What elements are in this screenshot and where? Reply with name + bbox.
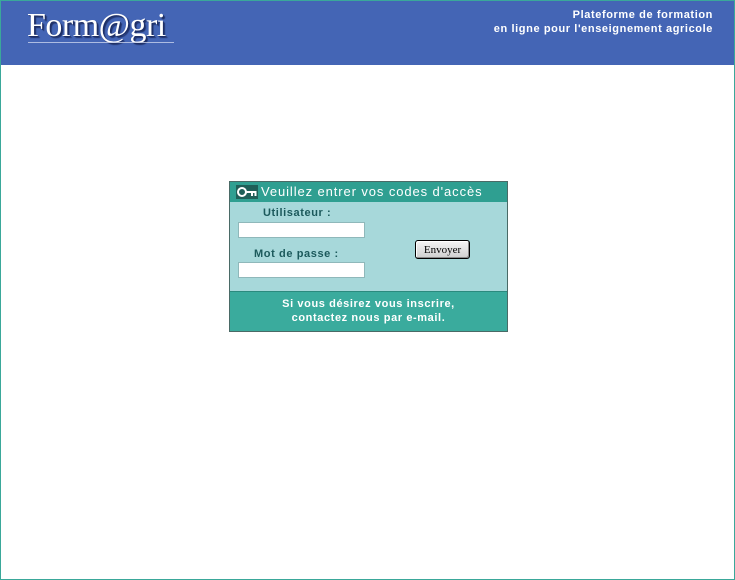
key-icon [236, 185, 258, 199]
submit-button[interactable]: Envoyer [415, 240, 470, 259]
login-form: Veuillez entrer vos codes d'accès Utilis… [229, 181, 508, 332]
login-title: Veuillez entrer vos codes d'accès [261, 184, 483, 199]
password-label: Mot de passe : [254, 248, 339, 260]
password-input[interactable] [238, 262, 365, 278]
page: Form@gri Plateforme de formation en lign… [0, 0, 735, 580]
registration-info-line-2: contactez nous par e-mail. [291, 312, 446, 324]
logo-underline [28, 42, 174, 43]
site-logo: Form@gri [27, 7, 166, 44]
header-banner: Form@gri Plateforme de formation en lign… [1, 1, 734, 65]
login-header: Veuillez entrer vos codes d'accès [230, 182, 507, 202]
registration-info: Si vous désirez vous inscrire, contactez… [230, 291, 507, 331]
tagline-line-2: en ligne pour l'enseignement agricole [493, 23, 713, 35]
username-label: Utilisateur : [263, 207, 332, 219]
username-input[interactable] [238, 222, 365, 238]
registration-info-line-1: Si vous désirez vous inscrire, [282, 298, 455, 310]
site-tagline: Plateforme de formation en ligne pour l'… [494, 8, 713, 36]
tagline-line-1: Plateforme de formation [572, 9, 713, 21]
